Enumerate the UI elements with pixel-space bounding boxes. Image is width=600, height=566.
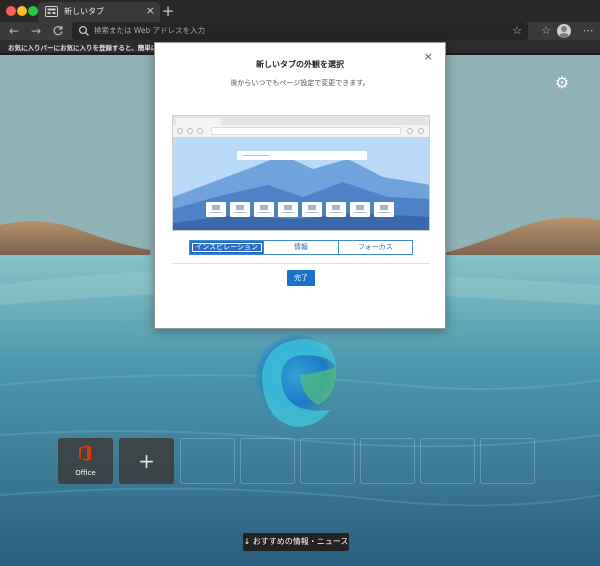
- layout-options: インスピレーション 情報 フォーカス: [189, 240, 413, 255]
- personalized-news-button[interactable]: ↓ おすすめの情報・ニュース: [243, 533, 349, 551]
- quick-link-placeholder: [240, 438, 295, 484]
- tab-new-tab[interactable]: 新しいタブ ×: [38, 2, 160, 22]
- preview-nav-icon: [177, 128, 183, 134]
- page-settings-gear-icon[interactable]: ⚙: [554, 75, 570, 91]
- more-menu-icon[interactable]: ⋯: [580, 23, 596, 39]
- maximize-window-button[interactable]: [28, 6, 38, 16]
- office-icon: [79, 445, 91, 461]
- tab-title: 新しいタブ: [64, 7, 104, 16]
- preview-tabstrip: [173, 116, 429, 125]
- address-bar[interactable]: 検索または Web アドレスを入力 ☆: [72, 22, 528, 40]
- quick-link-placeholder: [180, 438, 235, 484]
- preview-tile: [254, 202, 274, 217]
- minimize-window-button[interactable]: [17, 6, 27, 16]
- quick-link-placeholder: [300, 438, 355, 484]
- option-informational[interactable]: 情報: [264, 241, 339, 254]
- preview-nav-icon: [187, 128, 193, 134]
- preview-tab: [176, 118, 221, 125]
- preview-tile: [302, 202, 322, 217]
- layout-preview-image: [172, 115, 430, 231]
- back-button[interactable]: ←: [6, 23, 22, 39]
- search-icon: [78, 25, 89, 36]
- page-layout-dialog: × 新しいタブの外観を選択 後からいつでもページ設定で変更できます。 インスピレ…: [154, 42, 446, 329]
- dialog-subtitle: 後からいつでもページ設定で変更できます。: [230, 79, 370, 87]
- preview-address-bar: [211, 127, 401, 135]
- forward-button[interactable]: →: [28, 23, 44, 39]
- address-input[interactable]: 検索または Web アドレスを入力: [94, 25, 205, 36]
- preview-tile: [326, 202, 346, 217]
- close-window-button[interactable]: [6, 6, 16, 16]
- preview-search-box: [237, 151, 367, 160]
- dialog-title: 新しいタブの外観を選択: [256, 60, 344, 69]
- profile-avatar[interactable]: [557, 24, 571, 38]
- add-quick-link-button[interactable]: +: [119, 438, 174, 484]
- quick-link-placeholder: [480, 438, 535, 484]
- favorite-star-icon[interactable]: ☆: [512, 23, 522, 39]
- done-button[interactable]: 完了: [287, 270, 315, 286]
- quick-link-office[interactable]: Office: [58, 438, 113, 484]
- preview-tile: [278, 202, 298, 217]
- new-tab-page-icon: [45, 6, 58, 17]
- toolbar: ← → 検索または Web アドレスを入力 ☆ ☆ ⋯: [0, 22, 600, 40]
- favorites-collection-icon[interactable]: ☆: [538, 23, 554, 39]
- preview-toolbar: [173, 125, 429, 137]
- preview-tile: [350, 202, 370, 217]
- option-inspiration[interactable]: インスピレーション: [190, 241, 265, 254]
- quick-link-label: Office: [75, 469, 96, 477]
- tab-close-button[interactable]: ×: [146, 4, 155, 18]
- dialog-divider: [172, 263, 430, 264]
- new-tab-button[interactable]: +: [161, 2, 175, 20]
- quick-link-placeholder: [420, 438, 475, 484]
- option-focused[interactable]: フォーカス: [339, 241, 412, 254]
- refresh-icon: [53, 26, 63, 36]
- preview-profile-icon: [407, 128, 413, 134]
- preview-tile: [374, 202, 394, 217]
- refresh-button[interactable]: [50, 23, 66, 39]
- title-bar: 新しいタブ × +: [0, 0, 600, 22]
- preview-nav-icon: [197, 128, 203, 134]
- preview-tile: [230, 202, 250, 217]
- preview-menu-icon: [418, 128, 424, 134]
- preview-tile: [206, 202, 226, 217]
- quick-link-placeholder: [360, 438, 415, 484]
